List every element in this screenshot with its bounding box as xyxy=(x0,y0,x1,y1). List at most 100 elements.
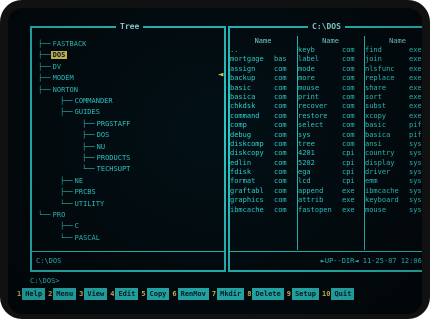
file-extension: com xyxy=(274,158,287,167)
tree-item[interactable]: ├── DOS xyxy=(82,129,111,141)
file-entry[interactable]: keyboard sys xyxy=(365,196,422,205)
file-name: select xyxy=(298,121,324,130)
file-entry[interactable]: keyb com xyxy=(298,46,363,55)
tree-item[interactable]: ├── MODEM xyxy=(38,72,76,84)
tree-branch-line: ├── xyxy=(60,222,73,231)
command-prompt[interactable]: C:\DOS> xyxy=(30,276,60,286)
file-entry[interactable]: more com xyxy=(298,74,363,83)
function-key-help[interactable]: 1 Help xyxy=(16,287,46,301)
file-entry[interactable]: emm sys xyxy=(365,177,422,186)
file-entry[interactable]: assign com xyxy=(230,65,296,74)
file-name: fdisk xyxy=(230,168,252,177)
tree-item-label: PASCAL xyxy=(74,233,100,242)
file-entry[interactable]: replace exe xyxy=(365,74,422,83)
crt-screen: Tree ├── FASTBACK ├── DOS ├── DV ├── MODEM ├── NO… xyxy=(8,8,422,314)
tree-item[interactable]: ├── DV xyxy=(38,61,63,73)
directory-tree[interactable]: ├── FASTBACK ├── DOS ├── DV ├── MODEM ├── NORTON ├… xyxy=(38,38,222,244)
file-entry[interactable]: xcopy exe xyxy=(365,112,422,121)
tree-item[interactable]: ├── NU xyxy=(82,141,107,153)
function-key-setup[interactable]: 9 Setup xyxy=(286,287,320,301)
file-entry[interactable]: fdisk com xyxy=(230,168,296,177)
file-entry[interactable]: comp com xyxy=(230,121,296,130)
file-entry[interactable]: tree com xyxy=(298,140,363,149)
tree-item[interactable]: ├── GUIDES xyxy=(60,106,102,118)
file-entry[interactable]: nlsfunc exe xyxy=(365,65,422,74)
file-entry[interactable]: .. xyxy=(230,46,296,55)
function-key-view[interactable]: 3 View xyxy=(78,287,108,301)
tree-item-label: DV xyxy=(52,62,62,71)
function-key-delete[interactable]: 8 Delete xyxy=(246,287,284,301)
tree-item[interactable]: ├── FASTBACK xyxy=(38,38,88,50)
file-entry[interactable]: basica com xyxy=(230,93,296,102)
function-key-quit[interactable]: 10 Quit xyxy=(321,287,355,301)
file-name: mode xyxy=(298,64,315,73)
file-entry[interactable]: restore com xyxy=(298,112,363,121)
tree-item[interactable]: └── TECHSUPT xyxy=(82,163,132,175)
file-entry[interactable]: diskcomp com xyxy=(230,140,296,149)
file-entry[interactable]: backup com xyxy=(230,74,296,83)
file-entry[interactable]: basica pif xyxy=(365,131,422,140)
file-name: ansi xyxy=(365,139,382,148)
file-entry[interactable]: attrib exe xyxy=(298,196,363,205)
file-entry[interactable]: driver sys xyxy=(365,168,422,177)
file-entry[interactable]: share exe xyxy=(365,84,422,93)
file-entry[interactable]: select com xyxy=(298,121,363,130)
file-entry[interactable]: graftabl com xyxy=(230,187,296,196)
tree-item[interactable]: ├── COMMANDER xyxy=(60,95,115,107)
tree-item[interactable]: ├── C xyxy=(60,220,81,232)
tree-item[interactable]: ├── PRCBS xyxy=(60,186,98,198)
tree-item[interactable]: ├── NORTON xyxy=(38,84,80,96)
tree-item[interactable]: └── PASCAL xyxy=(60,232,102,244)
file-entry[interactable]: join exe xyxy=(365,55,422,64)
tree-item[interactable]: ├── NE xyxy=(60,175,85,187)
tree-item[interactable]: ├── PRODUCTS xyxy=(82,152,132,164)
tree-item[interactable]: ├── PRGSTAFF xyxy=(82,118,132,130)
file-entry[interactable]: ega cpi xyxy=(298,168,363,177)
file-entry[interactable]: sort exe xyxy=(365,93,422,102)
tree-item[interactable]: └── UTILITY xyxy=(60,198,106,210)
file-entry[interactable]: display sys xyxy=(365,159,422,168)
file-entry[interactable]: fastopen exe xyxy=(298,206,363,215)
file-name: nlsfunc xyxy=(365,64,395,73)
file-entry[interactable]: ibmcache com xyxy=(230,206,296,215)
tree-panel[interactable]: Tree ├── FASTBACK ├── DOS ├── DV ├── MODEM ├── NO… xyxy=(30,22,226,272)
file-entry[interactable]: 4201 cpi xyxy=(298,149,363,158)
function-key-renmov[interactable]: 6 RenMov xyxy=(171,287,209,301)
file-entry[interactable]: subst exe xyxy=(365,102,422,111)
file-list-panel[interactable]: C:\DOS Name.. mortgage bas assign com backup c… xyxy=(228,22,422,272)
function-key-edit[interactable]: 4 Edit xyxy=(109,287,139,301)
file-entry[interactable]: ansi sys xyxy=(365,140,422,149)
file-entry[interactable]: lcd cpi xyxy=(298,177,363,186)
function-key-menu[interactable]: 2 Menu xyxy=(47,287,77,301)
function-key-copy[interactable]: 5 Copy xyxy=(140,287,170,301)
tree-item[interactable]: ├── DOS xyxy=(38,49,68,61)
file-entry[interactable]: recover com xyxy=(298,102,363,111)
file-entry[interactable]: edlin com xyxy=(230,159,296,168)
file-entry[interactable]: mode com xyxy=(298,65,363,74)
tree-item[interactable]: └── PRO xyxy=(38,209,67,221)
file-entry[interactable]: find exe xyxy=(365,46,422,55)
file-entry[interactable]: label com xyxy=(298,55,363,64)
file-entry[interactable]: graphics com xyxy=(230,196,296,205)
file-extension: sys xyxy=(409,186,422,195)
file-entry[interactable]: diskcopy com xyxy=(230,149,296,158)
file-entry[interactable]: mouse sys xyxy=(365,206,422,215)
file-entry[interactable]: command com xyxy=(230,112,296,121)
function-key-mkdir[interactable]: 7 Mkdir xyxy=(211,287,245,301)
file-entry[interactable]: country sys xyxy=(365,149,422,158)
file-entry[interactable]: sys com xyxy=(298,131,363,140)
file-entry[interactable]: 5202 cpi xyxy=(298,159,363,168)
file-extension: com xyxy=(274,186,287,195)
file-entry[interactable]: basic pif xyxy=(365,121,422,130)
file-entry[interactable]: ibmcache sys xyxy=(365,187,422,196)
file-entry[interactable]: chkdsk com xyxy=(230,102,296,111)
file-entry[interactable]: print com xyxy=(298,93,363,102)
file-name: print xyxy=(298,92,320,101)
tree-branch-line: ├── xyxy=(82,154,95,162)
file-entry[interactable]: debug com xyxy=(230,131,296,140)
file-entry[interactable]: basic com xyxy=(230,84,296,93)
file-entry[interactable]: append exe xyxy=(298,187,363,196)
file-entry[interactable]: mouse com xyxy=(298,84,363,93)
file-entry[interactable]: format com xyxy=(230,177,296,186)
file-entry[interactable]: mortgage bas xyxy=(230,55,296,64)
